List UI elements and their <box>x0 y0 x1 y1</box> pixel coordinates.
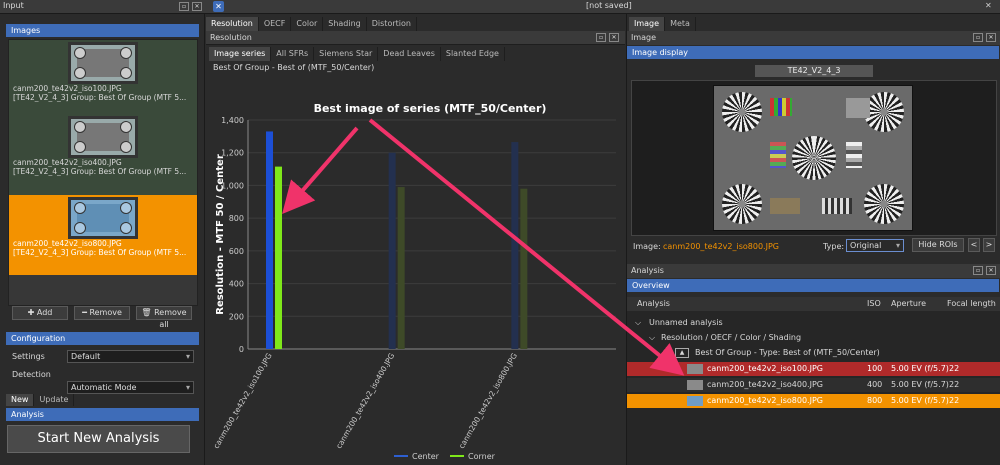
arrow-to-best-bar <box>282 126 359 215</box>
annotation-arrows <box>282 118 685 376</box>
arrow-to-best-row <box>368 118 685 376</box>
